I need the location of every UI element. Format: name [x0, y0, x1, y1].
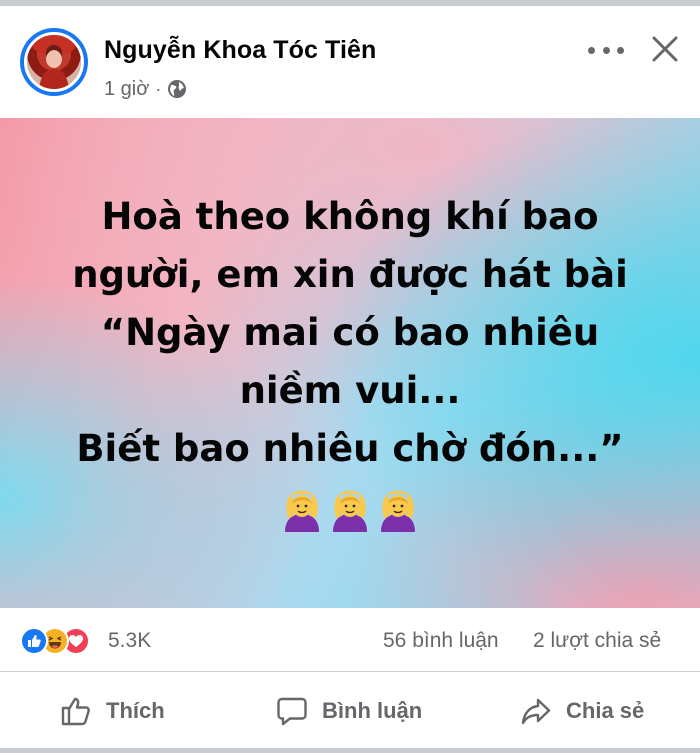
thumbs-up-icon: [61, 697, 90, 726]
share-button[interactable]: Chia sẻ: [520, 691, 644, 731]
comment-label: Bình luận: [322, 698, 423, 723]
post-text: Hoà theo không khí bao người, em xin đượ…: [30, 188, 670, 478]
reaction-count[interactable]: 5.3K: [108, 629, 151, 653]
actions-bar: Thích Bình luận Chia sẻ: [0, 673, 700, 748]
reactions-bar: 5.3K 56 bình luận 2 lượt chia sẻ: [0, 608, 700, 672]
comment-button[interactable]: Bình luận: [276, 691, 422, 731]
post-time[interactable]: 1 giờ: [104, 78, 149, 101]
share-label: Chia sẻ: [566, 698, 645, 723]
post-text-background: Hoà theo không khí bao người, em xin đượ…: [0, 118, 700, 608]
person-gesturing-ok-icon: [285, 490, 319, 532]
post-text-line: niềm vui...: [239, 369, 461, 412]
comments-count[interactable]: 56 bình luận: [383, 629, 499, 653]
post-text-line: người, em xin được hát bài: [72, 253, 628, 296]
avatar[interactable]: [20, 28, 88, 96]
person-gesturing-ok-icon: [333, 490, 367, 532]
like-reaction-icon: [20, 627, 48, 655]
close-icon[interactable]: [650, 34, 680, 64]
meta-separator: ·: [155, 78, 162, 99]
comment-icon: [277, 697, 307, 726]
person-gesturing-ok-icon: [381, 490, 415, 532]
more-options-icon[interactable]: [588, 38, 624, 62]
emoji-row: [282, 488, 418, 532]
like-label: Thích: [106, 698, 165, 723]
profile-photo: [24, 32, 84, 92]
post-text-line: “Ngày mai có bao nhiêu: [100, 311, 600, 354]
share-icon: [521, 698, 551, 725]
author-name[interactable]: Nguyễn Khoa Tóc Tiên: [104, 36, 376, 65]
post-text-line: Biết bao nhiêu chờ đón...”: [76, 427, 624, 470]
post-card: Nguyễn Khoa Tóc Tiên 1 giờ · Hoà theo kh…: [0, 6, 700, 748]
post-header: Nguyễn Khoa Tóc Tiên 1 giờ ·: [0, 6, 700, 118]
reaction-icons[interactable]: [20, 627, 90, 655]
shares-count[interactable]: 2 lượt chia sẻ: [533, 629, 661, 653]
post-text-line: Hoà theo không khí bao: [101, 195, 599, 238]
post-meta: 1 giờ ·: [104, 76, 187, 102]
like-button[interactable]: Thích: [60, 691, 165, 731]
globe-icon[interactable]: [167, 79, 187, 99]
